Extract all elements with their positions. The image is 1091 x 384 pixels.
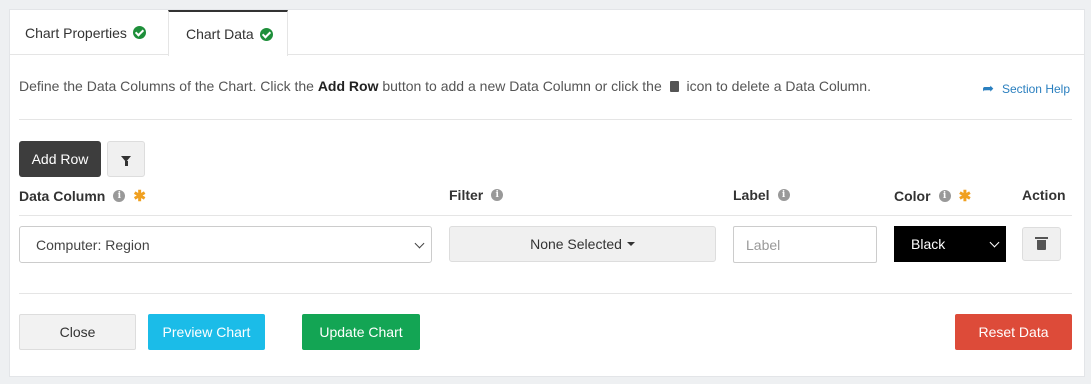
tab-label: Chart Data xyxy=(186,26,254,42)
column-header-action: Action xyxy=(1022,187,1066,203)
chart-data-panel: Chart Properties Chart Data Define the D… xyxy=(9,9,1085,377)
add-row-button[interactable]: Add Row xyxy=(19,141,101,177)
column-header-label: Filter xyxy=(449,187,484,203)
tab-bar: Chart Properties Chart Data xyxy=(10,10,1084,56)
trash-icon xyxy=(1035,237,1048,250)
color-selected-value: Black xyxy=(911,236,946,252)
required-asterisk-icon: ✱ xyxy=(133,188,146,205)
filter-funnel-icon xyxy=(121,156,131,166)
divider xyxy=(19,215,1072,216)
column-header-color: Color i ✱ xyxy=(894,187,971,205)
column-header-data-column: Data Column i ✱ xyxy=(19,187,146,205)
check-circle-icon xyxy=(259,27,273,41)
intro-text: Define the Data Columns of the Chart. Cl… xyxy=(19,78,871,94)
column-header-label: Label xyxy=(733,187,770,203)
check-circle-icon xyxy=(132,26,146,39)
section-help-label: Section Help xyxy=(1001,81,1070,96)
caret-down-icon xyxy=(626,242,635,246)
delete-row-button[interactable] xyxy=(1022,227,1061,261)
data-column-selected-value: Computer: Region xyxy=(36,236,150,253)
intro-text-part: Define the Data Columns of the Chart. Cl… xyxy=(19,78,318,94)
divider xyxy=(19,119,1072,120)
filter-selected-value: None Selected xyxy=(530,236,622,252)
info-icon[interactable]: i xyxy=(777,189,790,201)
close-button[interactable]: Close xyxy=(19,314,136,350)
intro-text-part: icon to delete a Data Column. xyxy=(682,78,871,94)
label-input[interactable] xyxy=(733,226,877,263)
reset-data-button[interactable]: Reset Data xyxy=(955,314,1072,350)
column-header-label-col: Label i xyxy=(733,187,790,203)
filter-toggle-button[interactable] xyxy=(107,141,145,177)
divider xyxy=(19,293,1072,294)
tab-label: Chart Properties xyxy=(25,24,127,41)
required-asterisk-icon: ✱ xyxy=(958,188,972,205)
chevron-down-icon xyxy=(989,237,1000,248)
intro-add-row-bold: Add Row xyxy=(317,78,379,94)
trash-icon xyxy=(669,81,679,92)
data-column-select[interactable]: Computer: Region xyxy=(19,226,432,263)
tab-chart-properties[interactable]: Chart Properties xyxy=(10,10,168,55)
info-icon[interactable]: i xyxy=(491,189,504,201)
column-header-label: Color xyxy=(894,188,931,204)
column-header-filter: Filter i xyxy=(449,187,504,203)
tab-chart-data[interactable]: Chart Data xyxy=(168,10,288,56)
update-chart-button[interactable]: Update Chart xyxy=(302,314,420,350)
share-arrow-icon: ➦ xyxy=(982,80,994,96)
chevron-down-icon xyxy=(414,238,425,249)
preview-chart-button[interactable]: Preview Chart xyxy=(148,314,265,350)
column-header-label: Data Column xyxy=(19,188,106,204)
info-icon[interactable]: i xyxy=(113,190,126,202)
column-header-label: Action xyxy=(1022,187,1066,203)
info-icon[interactable]: i xyxy=(938,190,951,202)
intro-text-part: button to add a new Data Column or click… xyxy=(378,78,666,94)
section-help-link[interactable]: ➦ Section Help xyxy=(982,80,1070,97)
filter-multiselect[interactable]: None Selected xyxy=(449,226,716,262)
color-select[interactable]: Black xyxy=(894,226,1006,262)
